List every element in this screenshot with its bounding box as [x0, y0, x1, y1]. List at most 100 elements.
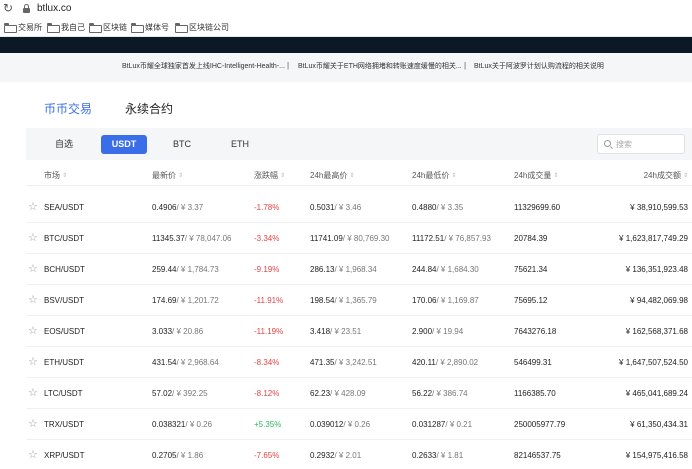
search-input[interactable] [616, 137, 682, 151]
column-label: 24h最低价 [412, 171, 450, 180]
column-header-change[interactable]: 涨跌幅 ⇕ [254, 171, 285, 181]
price-usdt: 170.06 [412, 296, 437, 305]
column-header-low[interactable]: 24h最低价 ⇕ [412, 171, 456, 181]
column-label: 市场 [44, 171, 60, 180]
price-cny: / ¥ 0.21 [445, 420, 473, 429]
cell-amount: ¥ 1,623,817,749.29 [619, 234, 688, 243]
notice-separator: | [287, 61, 290, 70]
notice-1[interactable]: BtLux币耀关于ETH网络拥堵和转账速度缓慢的相关... [298, 62, 462, 72]
price-cny: / ¥ 3.46 [334, 203, 362, 212]
cell-market: LTC/USDT [44, 389, 83, 398]
table-row[interactable]: ☆ LTC/USDT 57.02/ ¥ 392.25 -8.12% 62.23/… [26, 378, 692, 409]
column-label: 24h成交额 [643, 171, 681, 180]
column-label: 涨跌幅 [254, 171, 278, 180]
cell-volume: 75621.34 [514, 265, 548, 274]
table-row[interactable]: ☆ XRP/USDT 0.2705/ ¥ 1.86 -7.65% 0.2932/… [26, 440, 692, 469]
cell-high: 62.23/ ¥ 428.09 [310, 389, 366, 399]
cell-change: -1.78% [254, 203, 280, 212]
bookmark-label: 媒体号 [145, 22, 169, 32]
sort-icon: ⇕ [280, 173, 286, 179]
folder-icon [89, 23, 102, 33]
price-usdt: 0.2705 [152, 451, 177, 460]
bookmark-1[interactable]: 我自己 [47, 21, 85, 33]
star-icon[interactable]: ☆ [28, 418, 38, 430]
cell-volume: 20784.39 [514, 234, 548, 243]
bookmark-2[interactable]: 区块链 [89, 21, 127, 33]
cell-change: -9.19% [254, 265, 280, 274]
cell-high: 471.35/ ¥ 3,242.51 [310, 358, 377, 368]
star-icon[interactable]: ☆ [28, 201, 38, 213]
url-text[interactable]: btlux.co [37, 2, 71, 15]
cell-low: 11172.51/ ¥ 76,857.93 [412, 234, 491, 244]
price-usdt: 0.031287 [412, 420, 446, 429]
star-icon[interactable]: ☆ [28, 294, 38, 306]
price-cny: / ¥ 1,365.79 [334, 296, 377, 305]
filter-tab-btc[interactable]: BTC [164, 135, 200, 154]
price-cny: / ¥ 1,968.34 [334, 265, 377, 274]
cell-amount: ¥ 162,568,371.68 [625, 327, 688, 336]
cell-volume: 1166385.70 [514, 389, 556, 398]
table-row[interactable]: ☆ EOS/USDT 3.033/ ¥ 20.86 -11.19% 3.418/… [26, 316, 692, 347]
star-icon[interactable]: ☆ [28, 356, 38, 368]
star-icon[interactable]: ☆ [28, 263, 38, 275]
price-usdt: 11345.37 [152, 234, 185, 243]
tab-perpetual-contract[interactable]: 永续合约 [125, 100, 173, 118]
cell-last-price: 0.038321/ ¥ 0.26 [152, 420, 212, 430]
price-cny: / ¥ 428.09 [330, 389, 366, 398]
cell-last-price: 174.69/ ¥ 1,201.72 [152, 296, 219, 306]
bookmark-label: 交易所 [18, 22, 42, 32]
sort-icon: ⇕ [451, 173, 457, 179]
bookmark-label: 区块链 [103, 22, 127, 32]
table-row[interactable]: ☆ ETH/USDT 431.54/ ¥ 2,968.64 -8.34% 471… [26, 347, 692, 378]
cell-low: 56.22/ ¥ 386.74 [412, 389, 468, 399]
table-row[interactable]: ☆ BSV/USDT 174.69/ ¥ 1,201.72 -11.91% 19… [26, 285, 692, 316]
bookmark-label: 区块链公司 [189, 22, 229, 32]
cell-amount: ¥ 1,647,507,524.50 [619, 358, 688, 367]
star-icon[interactable]: ☆ [28, 232, 38, 244]
price-usdt: 420.11 [412, 358, 436, 367]
column-header-market[interactable]: 市场 ⇕ [44, 171, 67, 181]
star-icon[interactable]: ☆ [28, 325, 38, 337]
notice-2[interactable]: BtLux关于阿波罗计划认购流程的相关说明 [474, 62, 604, 72]
column-header-amount[interactable]: 24h成交额 ⇕ [644, 171, 688, 181]
folder-icon [131, 23, 144, 33]
cell-market: ETH/USDT [44, 358, 84, 367]
column-header-last-price[interactable]: 最新价 ⇕ [152, 171, 183, 181]
browser-address-bar: ↻ btlux.co [0, 0, 692, 17]
cell-high: 198.54/ ¥ 1,365.79 [310, 296, 377, 306]
cell-volume: 82146537.75 [514, 451, 561, 460]
table-row[interactable]: ☆ BCH/USDT 259.44/ ¥ 1,784.73 -9.19% 286… [26, 254, 692, 285]
star-icon[interactable]: ☆ [28, 449, 38, 461]
table-row[interactable]: ☆ SEA/USDT 0.4906/ ¥ 3.37 -1.78% 0.5031/… [26, 192, 692, 223]
cell-market: BTC/USDT [44, 234, 84, 243]
reload-icon[interactable]: ↻ [3, 1, 13, 15]
table-row[interactable]: ☆ TRX/USDT 0.038321/ ¥ 0.26 +5.35% 0.039… [26, 409, 692, 440]
bookmark-0[interactable]: 交易所 [4, 21, 42, 33]
cell-low: 244.84/ ¥ 1,684.30 [412, 265, 479, 275]
price-cny: / ¥ 1,684.30 [436, 265, 479, 274]
cell-volume: 7643276.18 [514, 327, 557, 336]
filter-tab-usdt[interactable]: USDT [101, 135, 147, 154]
notice-0[interactable]: BtLux币耀全球独家首发上线IHC-Intelligent-Health-..… [122, 62, 285, 72]
bookmark-4[interactable]: 区块链公司 [175, 21, 229, 33]
price-usdt: 0.2633 [412, 451, 437, 460]
cell-market: BCH/USDT [44, 265, 85, 274]
price-cny: / ¥ 1,201.72 [176, 296, 219, 305]
cell-high: 0.039012/ ¥ 0.26 [310, 420, 370, 430]
bookmark-3[interactable]: 媒体号 [131, 21, 169, 33]
folder-icon [47, 23, 60, 33]
cell-last-price: 431.54/ ¥ 2,968.64 [152, 358, 219, 368]
price-cny: / ¥ 1.81 [436, 451, 464, 460]
column-header-volume[interactable]: 24h成交量 ⇕ [514, 171, 558, 181]
main-tabs: 币币交易 永续合约 [0, 100, 692, 122]
filter-tab-eth[interactable]: ETH [222, 135, 258, 154]
price-usdt: 0.4880 [412, 203, 437, 212]
cell-change: -8.12% [254, 389, 280, 398]
table-row[interactable]: ☆ BTC/USDT 11345.37/ ¥ 78,047.06 -3.34% … [26, 223, 692, 254]
column-header-high[interactable]: 24h最高价 ⇕ [310, 171, 354, 181]
price-cny: / ¥ 3.37 [176, 203, 204, 212]
tab-spot-trading[interactable]: 币币交易 [44, 100, 92, 118]
cell-change: -11.91% [254, 296, 284, 305]
filter-tab-favorites[interactable]: 自选 [46, 135, 82, 154]
star-icon[interactable]: ☆ [28, 387, 38, 399]
